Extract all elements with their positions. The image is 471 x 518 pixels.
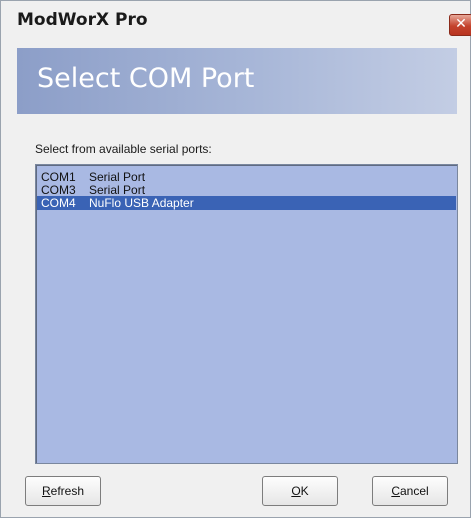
window-title: ModWorX Pro [17, 10, 148, 30]
ports-prompt-label: Select from available serial ports: [35, 142, 212, 156]
port-description: Serial Port [89, 183, 146, 197]
cancel-button[interactable]: Cancel [372, 476, 448, 506]
dialog-header-banner: Select COM Port [17, 48, 457, 114]
serial-ports-list[interactable]: COM1 Serial Port COM3 Serial Port COM4 N… [35, 164, 458, 464]
port-description: Serial Port [89, 170, 146, 184]
ok-mnemonic: O [291, 484, 301, 498]
port-description: NuFlo USB Adapter [89, 196, 194, 210]
cancel-mnemonic: C [391, 484, 400, 498]
close-icon[interactable]: ✕ [449, 14, 471, 36]
ok-label: K [300, 484, 309, 498]
dialog-window: ModWorX Pro ✕ Select COM Port Select fro… [0, 0, 471, 518]
port-name: COM1 [41, 170, 76, 184]
list-item[interactable]: COM3 Serial Port [37, 183, 456, 197]
list-item[interactable]: COM1 Serial Port [37, 170, 456, 184]
cancel-label: ancel [399, 484, 429, 498]
list-item-selected[interactable]: COM4 NuFlo USB Adapter [37, 196, 456, 210]
title-bar[interactable]: ModWorX Pro ✕ [1, 1, 471, 41]
dialog-heading: Select COM Port [37, 63, 255, 94]
port-name: COM4 [41, 196, 76, 210]
refresh-button[interactable]: Refresh [25, 476, 101, 506]
refresh-label: efresh [50, 484, 85, 498]
ok-button[interactable]: OK [262, 476, 338, 506]
port-name: COM3 [41, 183, 76, 197]
refresh-mnemonic: R [41, 484, 51, 498]
